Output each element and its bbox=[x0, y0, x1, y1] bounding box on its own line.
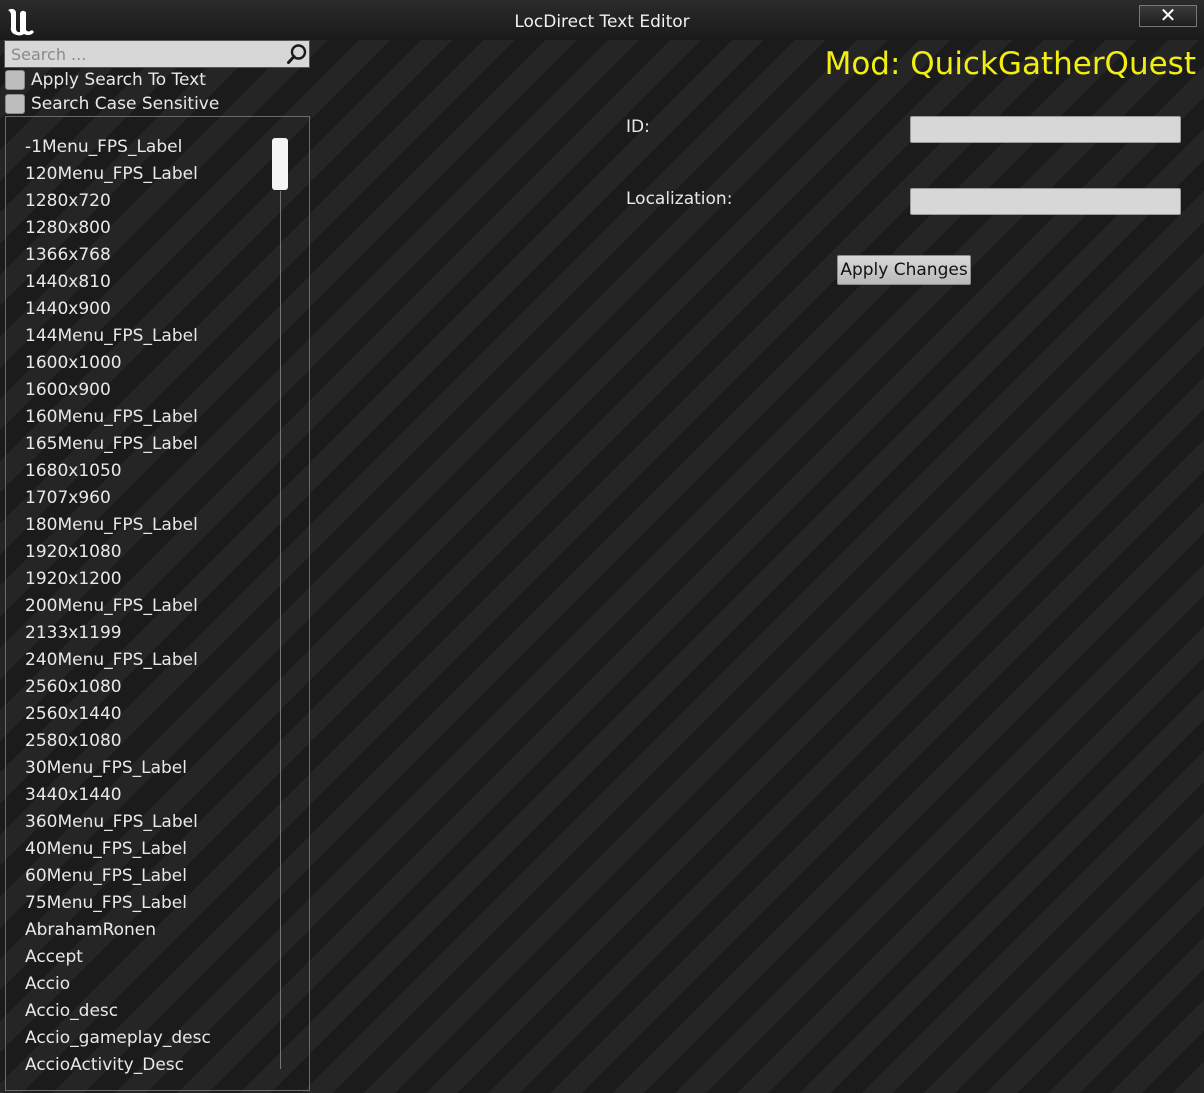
list-item[interactable]: 165Menu_FPS_Label bbox=[25, 431, 198, 458]
list-item[interactable]: 120Menu_FPS_Label bbox=[25, 161, 198, 188]
list-item[interactable]: Accio bbox=[25, 971, 70, 998]
list-item[interactable]: 2133x1199 bbox=[25, 620, 122, 647]
list-item[interactable]: AccioActivity_Desc bbox=[25, 1052, 184, 1079]
close-icon: ✕ bbox=[1159, 3, 1177, 27]
list-item[interactable]: 2580x1080 bbox=[25, 728, 122, 755]
list-item[interactable]: 30Menu_FPS_Label bbox=[25, 755, 187, 782]
list-item[interactable]: 200Menu_FPS_Label bbox=[25, 593, 198, 620]
list-item[interactable]: Accept bbox=[25, 944, 83, 971]
search-case-sensitive-label: Search Case Sensitive bbox=[31, 94, 220, 114]
scrollbar-thumb[interactable] bbox=[272, 138, 288, 190]
mod-name-label: Mod: QuickGatherQuest bbox=[824, 46, 1196, 82]
search-case-sensitive-checkbox[interactable] bbox=[5, 94, 25, 114]
scrollbar-track[interactable] bbox=[280, 191, 281, 1069]
search-case-sensitive-option[interactable]: Search Case Sensitive bbox=[5, 93, 219, 115]
list-item[interactable]: 1280x800 bbox=[25, 215, 111, 242]
list-item[interactable]: 60Menu_FPS_Label bbox=[25, 863, 187, 890]
localization-input[interactable] bbox=[910, 188, 1181, 215]
list-item[interactable]: Accio_desc bbox=[25, 998, 118, 1025]
search-input[interactable] bbox=[11, 43, 281, 65]
close-button[interactable]: ✕ bbox=[1139, 5, 1197, 27]
list-item[interactable]: 1600x1000 bbox=[25, 350, 122, 377]
id-input[interactable] bbox=[910, 116, 1181, 143]
list-item[interactable]: 240Menu_FPS_Label bbox=[25, 647, 198, 674]
list-item[interactable]: 1920x1080 bbox=[25, 539, 122, 566]
list-item[interactable]: 180Menu_FPS_Label bbox=[25, 512, 198, 539]
list-item[interactable]: 2560x1080 bbox=[25, 674, 122, 701]
list-item[interactable]: 1280x720 bbox=[25, 188, 111, 215]
list-item[interactable]: 1707x960 bbox=[25, 485, 111, 512]
id-label: ID: bbox=[626, 117, 650, 137]
list-item[interactable]: 1680x1050 bbox=[25, 458, 122, 485]
search-field[interactable] bbox=[4, 40, 310, 68]
list-item[interactable]: Accio_gameplay_desc bbox=[25, 1025, 211, 1052]
apply-changes-button[interactable]: Apply Changes bbox=[837, 255, 971, 285]
apply-search-to-text-option[interactable]: Apply Search To Text bbox=[5, 69, 206, 91]
list-item[interactable]: 144Menu_FPS_Label bbox=[25, 323, 198, 350]
list-item[interactable]: 75Menu_FPS_Label bbox=[25, 890, 187, 917]
list-item[interactable]: 2560x1440 bbox=[25, 701, 122, 728]
list-item[interactable]: 1600x900 bbox=[25, 377, 111, 404]
list-item[interactable]: 3440x1440 bbox=[25, 782, 122, 809]
list-item[interactable]: 1920x1200 bbox=[25, 566, 122, 593]
editor-window: LocDirect Text Editor ✕ Apply Search To … bbox=[0, 0, 1204, 1093]
list-item[interactable]: 1440x810 bbox=[25, 269, 111, 296]
list-item[interactable]: 360Menu_FPS_Label bbox=[25, 809, 198, 836]
search-icon[interactable] bbox=[286, 43, 308, 65]
list-item[interactable]: 160Menu_FPS_Label bbox=[25, 404, 198, 431]
apply-search-to-text-label: Apply Search To Text bbox=[31, 70, 206, 90]
list-item[interactable]: 40Menu_FPS_Label bbox=[25, 836, 187, 863]
text-id-list[interactable]: -1Menu_FPS_Label 120Menu_FPS_Label 1280x72… bbox=[5, 116, 310, 1091]
list-item[interactable]: AbrahamRonen bbox=[25, 917, 156, 944]
apply-search-to-text-checkbox[interactable] bbox=[5, 70, 25, 90]
list-item[interactable]: 1440x900 bbox=[25, 296, 111, 323]
list-item[interactable]: 1366x768 bbox=[25, 242, 111, 269]
localization-label: Localization: bbox=[626, 189, 733, 209]
list-item[interactable]: -1Menu_FPS_Label bbox=[25, 134, 182, 161]
window-title: LocDirect Text Editor bbox=[514, 12, 690, 32]
title-bar: LocDirect Text Editor ✕ bbox=[0, 0, 1204, 40]
